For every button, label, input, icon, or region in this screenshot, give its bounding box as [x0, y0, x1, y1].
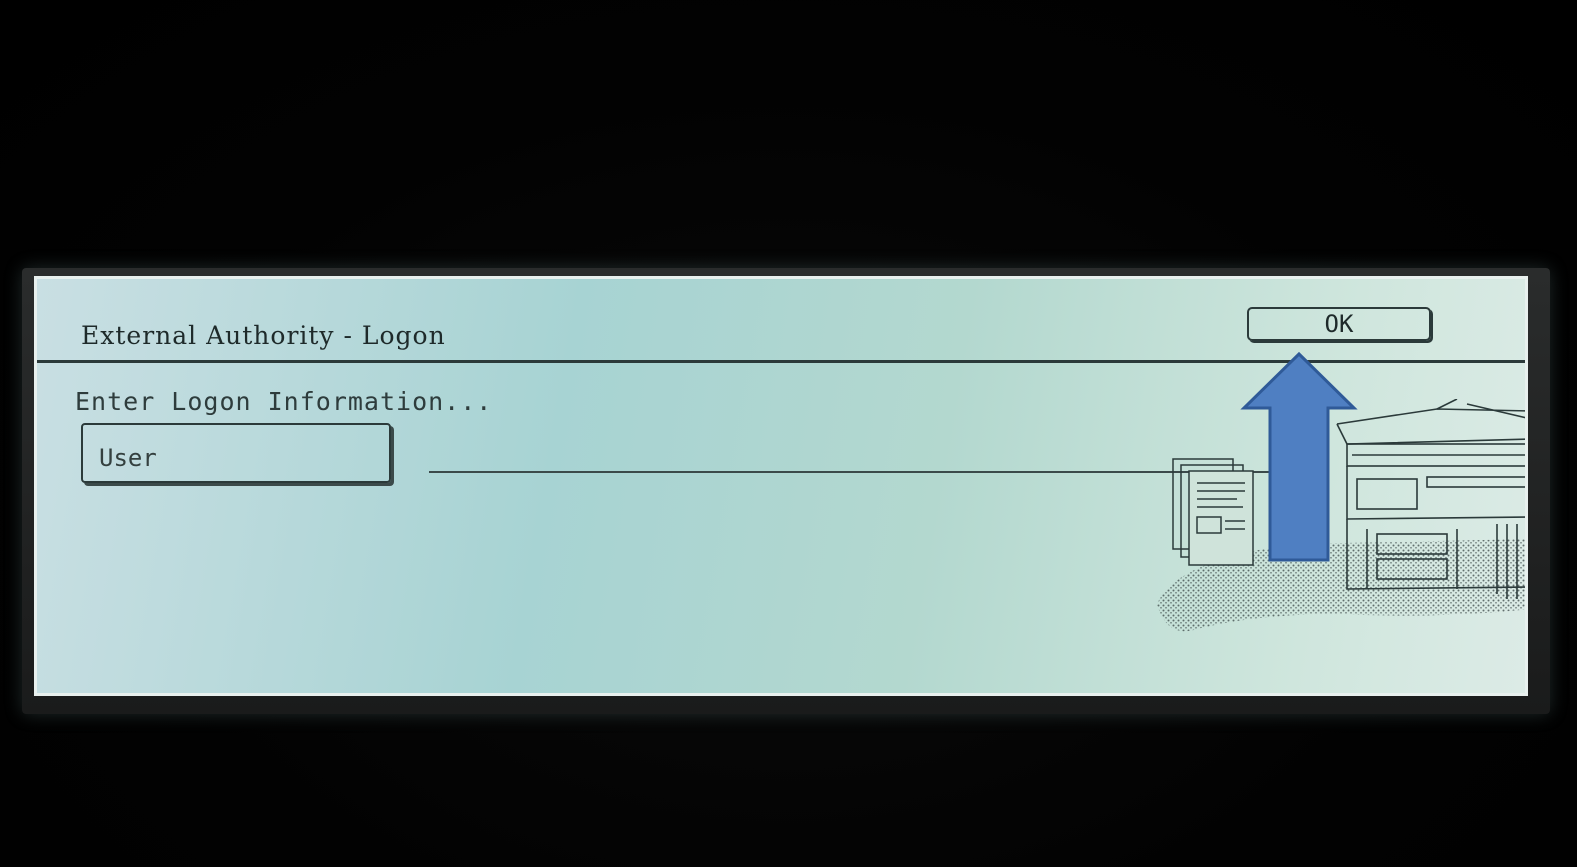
logon-prompt: Enter Logon Information... [75, 387, 493, 416]
ok-button[interactable]: OK [1247, 307, 1431, 341]
dialog-title: External Authority - Logon [81, 321, 446, 350]
arrow-up-icon [1240, 351, 1358, 562]
user-button[interactable]: User [81, 423, 391, 483]
